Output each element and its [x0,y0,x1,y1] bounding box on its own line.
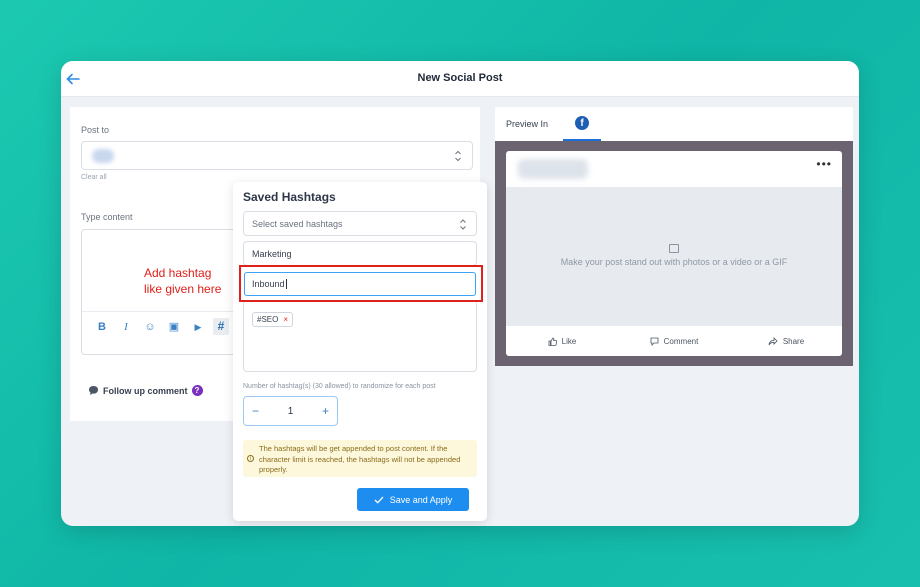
facebook-post-card: ••• Make your post stand out with photos… [506,151,842,356]
append-notice: i The hashtags will be get appended to p… [243,440,477,477]
annotation-line-2: like given here [144,282,222,296]
follow-up-comment[interactable]: Follow up comment ? [88,385,203,396]
like-label: Like [561,336,577,346]
save-and-apply-button[interactable]: Save and Apply [357,488,469,511]
chevron-updown-icon [460,219,466,230]
save-and-apply-label: Save and Apply [389,494,453,505]
preview-label: Preview In [506,119,549,129]
saved-hashtags-select[interactable]: Select saved hashtags [243,211,477,236]
help-icon[interactable]: ? [191,385,203,396]
check-icon [374,496,384,504]
info-icon: i [247,455,254,462]
post-to-select[interactable] [81,141,473,170]
photo-icon [669,244,679,253]
saved-hashtags-title: Saved Hashtags [243,190,336,204]
emoji-icon[interactable]: ☺ [144,321,156,333]
hashtag-count-label: Number of hashtag(s) (30 allowed) to ran… [243,383,436,390]
like-action[interactable]: Like [506,326,618,356]
media-hint: Make your post stand out with photos or … [560,257,788,267]
stepper-value[interactable]: 1 [288,406,294,417]
remove-tag-icon[interactable]: × [283,315,288,324]
chevron-updown-icon [455,150,461,162]
hashtag-list[interactable]: #SEO × [243,300,477,372]
comment-label: Comment [663,336,699,346]
hashtag-chip: #SEO × [252,312,294,327]
post-actions: Like Comment Share [506,326,842,356]
video-icon[interactable]: ▶ [192,321,204,333]
comment-icon [650,337,659,346]
annotation-highlight-box [239,265,483,302]
hashtag-icon[interactable]: # [213,318,229,335]
page-title: New Social Post [417,72,503,84]
share-label: Share [782,336,805,346]
follow-up-label: Follow up comment [103,385,188,396]
more-options-icon[interactable]: ••• [816,157,832,171]
post-to-label: Post to [81,125,110,135]
hashtag-group-name-input[interactable]: Marketing [243,241,477,266]
saved-hashtags-popover: Saved Hashtags Select saved hashtags Mar… [233,182,487,521]
annotation-text: Add hashtag like given here [144,265,244,297]
preview-panel: Preview In f ••• Make your post stand ou… [495,107,853,366]
select-placeholder: Select saved hashtags [252,219,343,229]
content-editor[interactable]: Add hashtag like given here B I ☺ ▣ ▶ # [81,229,241,355]
hashtag-count-stepper[interactable]: − 1 + [243,396,338,426]
hashtag-chip-label: #SEO [257,315,279,324]
toolbar-divider [82,311,240,312]
thumbs-up-icon [548,337,557,346]
clear-all-link[interactable]: Clear all [81,174,107,181]
comment-action[interactable]: Comment [618,326,730,356]
share-icon [768,336,778,345]
image-icon[interactable]: ▣ [168,321,180,333]
preview-frame: ••• Make your post stand out with photos… [495,141,853,366]
bold-icon[interactable]: B [96,321,108,333]
annotation-line-1: Add hashtag [144,266,212,280]
top-bar: New Social Post [61,61,859,97]
decrement-button[interactable]: − [252,404,259,418]
facebook-icon[interactable]: f [575,116,589,130]
share-action[interactable]: Share [730,326,842,356]
notice-text: The hashtags will be get appended to pos… [259,444,461,474]
media-placeholder: Make your post stand out with photos or … [506,187,842,326]
type-content-label: Type content [81,212,133,222]
account-avatar [92,149,114,163]
comment-bubble-icon [89,386,98,395]
italic-icon[interactable]: I [120,321,132,333]
increment-button[interactable]: + [322,404,329,418]
account-header [518,159,588,179]
